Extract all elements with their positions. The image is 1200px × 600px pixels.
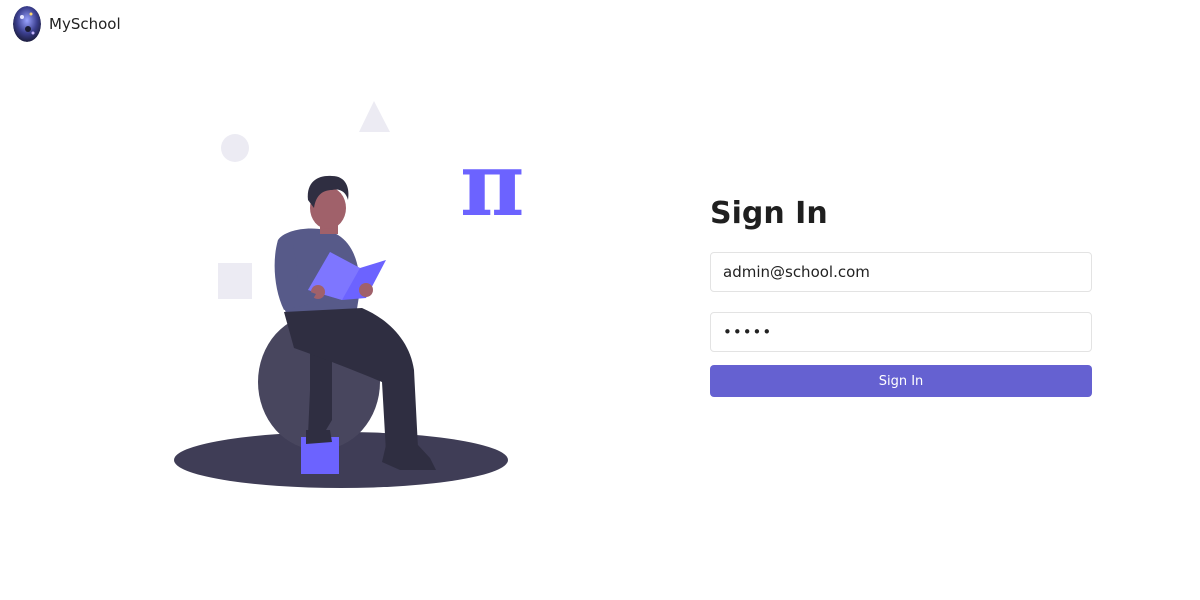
square-shape: [218, 263, 252, 299]
login-page: MySchool π Sign In admin@school.com ••••…: [0, 0, 1200, 600]
triangle-shape: [359, 101, 390, 132]
email-field[interactable]: [710, 252, 1092, 292]
school-logo-icon: [13, 6, 41, 42]
student-reading-illustration: π: [174, 101, 524, 488]
brand[interactable]: MySchool: [13, 6, 121, 42]
circle-shape: [221, 134, 249, 162]
signin-title: Sign In: [710, 196, 828, 231]
password-field[interactable]: [710, 312, 1092, 352]
pi-symbol: π: [460, 132, 524, 236]
signin-form: Sign In Sign In: [710, 192, 1092, 397]
brand-name: MySchool: [49, 15, 121, 33]
signin-button[interactable]: Sign In: [710, 365, 1092, 397]
